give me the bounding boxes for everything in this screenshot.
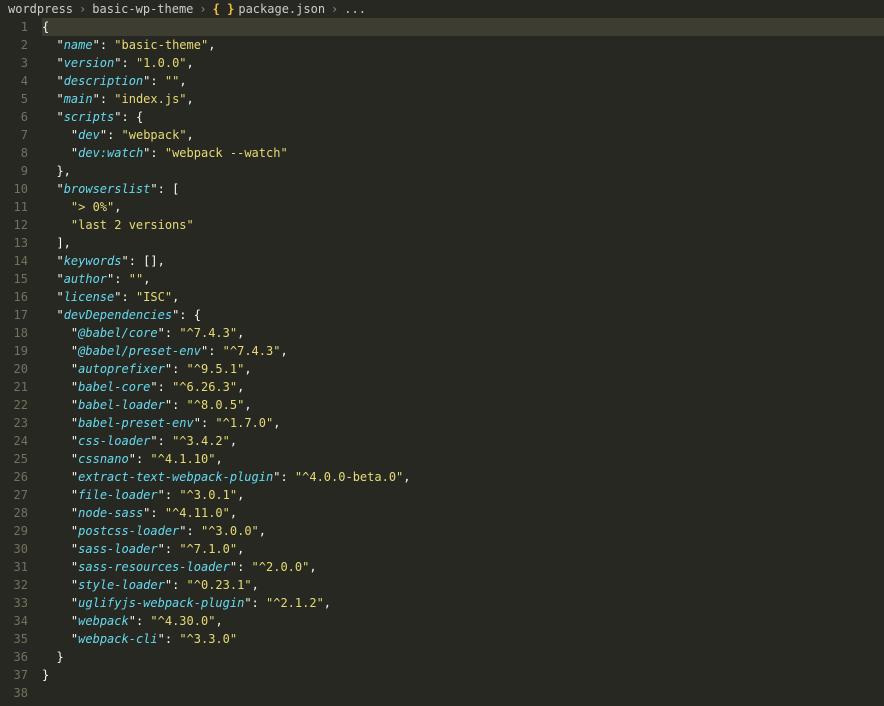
code-line[interactable]: "babel-preset-env": "^1.7.0",: [42, 414, 884, 432]
line-number: 27: [0, 486, 28, 504]
line-number: 6: [0, 108, 28, 126]
code-line[interactable]: },: [42, 162, 884, 180]
json-icon: { }: [213, 2, 235, 16]
code-line[interactable]: "license": "ISC",: [42, 288, 884, 306]
code-line[interactable]: "dev": "webpack",: [42, 126, 884, 144]
breadcrumb-file[interactable]: package.json: [238, 2, 325, 16]
line-number: 34: [0, 612, 28, 630]
code-line[interactable]: "author": "",: [42, 270, 884, 288]
line-number: 17: [0, 306, 28, 324]
chevron-right-icon: ›: [331, 2, 338, 16]
line-number: 28: [0, 504, 28, 522]
breadcrumb-seg[interactable]: basic-wp-theme: [92, 2, 193, 16]
line-number: 38: [0, 684, 28, 702]
code-line[interactable]: "sass-resources-loader": "^2.0.0",: [42, 558, 884, 576]
code-line[interactable]: "@babel/core": "^7.4.3",: [42, 324, 884, 342]
line-number: 32: [0, 576, 28, 594]
line-number: 13: [0, 234, 28, 252]
code-line[interactable]: "webpack": "^4.30.0",: [42, 612, 884, 630]
code-line[interactable]: ],: [42, 234, 884, 252]
code-line[interactable]: }: [42, 648, 884, 666]
code-line[interactable]: "dev:watch": "webpack --watch": [42, 144, 884, 162]
line-number: 15: [0, 270, 28, 288]
line-number: 22: [0, 396, 28, 414]
code-line[interactable]: "node-sass": "^4.11.0",: [42, 504, 884, 522]
line-number: 37: [0, 666, 28, 684]
code-line[interactable]: "last 2 versions": [42, 216, 884, 234]
line-number: 2: [0, 36, 28, 54]
code-line[interactable]: "main": "index.js",: [42, 90, 884, 108]
line-number: 14: [0, 252, 28, 270]
code-area[interactable]: { "name": "basic-theme", "version": "1.0…: [42, 18, 884, 702]
line-number: 1: [0, 18, 28, 36]
chevron-right-icon: ›: [199, 2, 206, 16]
line-number: 29: [0, 522, 28, 540]
line-number: 3: [0, 54, 28, 72]
code-line[interactable]: "postcss-loader": "^3.0.0",: [42, 522, 884, 540]
code-line[interactable]: "version": "1.0.0",: [42, 54, 884, 72]
line-number: 10: [0, 180, 28, 198]
line-number: 23: [0, 414, 28, 432]
line-number: 9: [0, 162, 28, 180]
line-number: 30: [0, 540, 28, 558]
code-editor[interactable]: 1234567891011121314151617181920212223242…: [0, 18, 884, 702]
line-number: 7: [0, 126, 28, 144]
line-number: 11: [0, 198, 28, 216]
code-line[interactable]: {: [42, 18, 884, 36]
line-number: 26: [0, 468, 28, 486]
line-number: 8: [0, 144, 28, 162]
line-number: 12: [0, 216, 28, 234]
code-line[interactable]: "extract-text-webpack-plugin": "^4.0.0-b…: [42, 468, 884, 486]
chevron-right-icon: ›: [79, 2, 86, 16]
line-number: 21: [0, 378, 28, 396]
code-line[interactable]: "> 0%",: [42, 198, 884, 216]
code-line[interactable]: "uglifyjs-webpack-plugin": "^2.1.2",: [42, 594, 884, 612]
line-number: 36: [0, 648, 28, 666]
code-line[interactable]: "file-loader": "^3.0.1",: [42, 486, 884, 504]
code-line[interactable]: "name": "basic-theme",: [42, 36, 884, 54]
code-line[interactable]: "@babel/preset-env": "^7.4.3",: [42, 342, 884, 360]
code-line[interactable]: "scripts": {: [42, 108, 884, 126]
line-number: 35: [0, 630, 28, 648]
code-line[interactable]: "babel-core": "^6.26.3",: [42, 378, 884, 396]
code-line[interactable]: "description": "",: [42, 72, 884, 90]
code-line[interactable]: "css-loader": "^3.4.2",: [42, 432, 884, 450]
line-number: 19: [0, 342, 28, 360]
code-line[interactable]: "webpack-cli": "^3.3.0": [42, 630, 884, 648]
code-line[interactable]: [42, 684, 884, 702]
line-number: 24: [0, 432, 28, 450]
breadcrumb-tail: ...: [344, 2, 366, 16]
line-number: 16: [0, 288, 28, 306]
code-line[interactable]: "style-loader": "^0.23.1",: [42, 576, 884, 594]
line-number: 20: [0, 360, 28, 378]
line-number: 25: [0, 450, 28, 468]
line-number: 33: [0, 594, 28, 612]
code-line[interactable]: "sass-loader": "^7.1.0",: [42, 540, 884, 558]
breadcrumb-seg[interactable]: wordpress: [8, 2, 73, 16]
code-line[interactable]: "devDependencies": {: [42, 306, 884, 324]
code-line[interactable]: "autoprefixer": "^9.5.1",: [42, 360, 884, 378]
breadcrumb[interactable]: wordpress › basic-wp-theme › { } package…: [0, 0, 884, 18]
line-number: 18: [0, 324, 28, 342]
code-line[interactable]: "babel-loader": "^8.0.5",: [42, 396, 884, 414]
line-number: 31: [0, 558, 28, 576]
code-line[interactable]: "keywords": [],: [42, 252, 884, 270]
code-line[interactable]: "cssnano": "^4.1.10",: [42, 450, 884, 468]
code-line[interactable]: }: [42, 666, 884, 684]
line-number: 5: [0, 90, 28, 108]
line-number: 4: [0, 72, 28, 90]
line-number-gutter: 1234567891011121314151617181920212223242…: [0, 18, 42, 702]
code-line[interactable]: "browserslist": [: [42, 180, 884, 198]
